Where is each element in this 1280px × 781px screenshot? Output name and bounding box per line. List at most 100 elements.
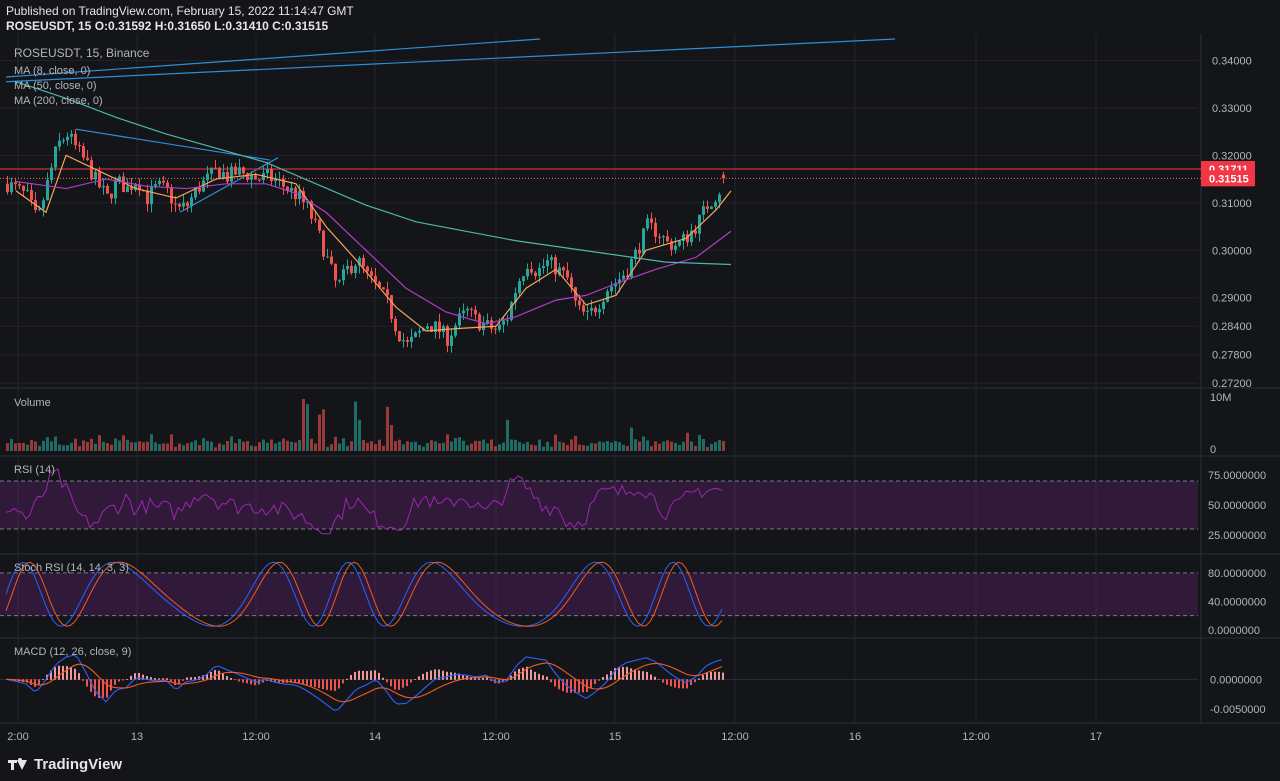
macd-histogram-bar xyxy=(326,679,328,690)
candle-body xyxy=(486,320,489,324)
volume-bar xyxy=(246,441,249,451)
candle-body xyxy=(190,197,193,207)
macd-tick-label: -0.0050000 xyxy=(1210,704,1266,716)
volume-bar xyxy=(278,441,281,451)
candle-body xyxy=(58,140,61,147)
candle-body xyxy=(174,203,177,205)
candle-body xyxy=(242,167,245,174)
macd-histogram-bar xyxy=(74,668,76,680)
macd-histogram-bar xyxy=(306,679,308,685)
candle-body xyxy=(386,289,389,296)
volume-bar xyxy=(518,442,521,451)
candle-body xyxy=(146,190,149,205)
macd-histogram-bar xyxy=(630,668,632,680)
macd-histogram-bar xyxy=(118,679,120,682)
candle-body xyxy=(418,330,421,333)
volume-bar xyxy=(502,442,505,451)
candle-body xyxy=(390,295,393,319)
volume-bar xyxy=(666,440,669,451)
candle-body xyxy=(450,335,453,346)
macd-histogram-bar xyxy=(302,679,304,684)
macd-histogram-bar xyxy=(454,672,456,680)
volume-bar xyxy=(290,441,293,451)
volume-bar xyxy=(606,441,609,451)
candle-body xyxy=(638,249,641,254)
volume-bar xyxy=(362,440,365,451)
volume-bar xyxy=(54,436,57,451)
macd-histogram-bar xyxy=(570,679,572,693)
macd-histogram-bar xyxy=(182,679,184,681)
ma-legend-item: MA (50, close, 0) xyxy=(14,80,97,92)
macd-histogram-bar xyxy=(554,679,556,687)
volume-bar xyxy=(62,445,65,451)
macd-histogram-bar xyxy=(246,679,248,684)
candle-body xyxy=(74,133,77,146)
osc-tick-label: 0.0000000 xyxy=(1208,625,1260,637)
volume-bar xyxy=(178,443,181,451)
macd-histogram-bar xyxy=(226,676,228,680)
volume-bar xyxy=(114,438,117,451)
tradingview-logo[interactable]: TradingView xyxy=(8,756,122,773)
candle-body xyxy=(318,219,321,231)
candle-body xyxy=(206,173,209,181)
candle-body xyxy=(474,309,477,315)
candle-body xyxy=(566,270,569,278)
candle-body xyxy=(186,202,189,207)
volume-bar xyxy=(398,439,401,451)
volume-bar xyxy=(146,441,149,451)
volume-bar xyxy=(702,438,705,451)
candle-body xyxy=(346,265,349,270)
macd-histogram-bar xyxy=(150,677,152,680)
volume-bar xyxy=(430,440,433,451)
volume-bar xyxy=(138,441,141,451)
macd-histogram-bar xyxy=(354,671,356,680)
chart-area[interactable]: ROSEUSDT, 15, Binance MA (8, close, 0) MA … xyxy=(0,34,1280,748)
volume-bar xyxy=(682,441,685,451)
macd-histogram-bar xyxy=(710,671,712,680)
candle-body xyxy=(590,307,593,311)
candle-body xyxy=(526,268,529,277)
volume-bar xyxy=(358,419,361,451)
volume-bar xyxy=(270,439,273,451)
volume-bar xyxy=(250,445,253,451)
volume-bar xyxy=(134,442,137,451)
price-tick-label: 0.30000 xyxy=(1212,245,1252,257)
price-tick-label: 0.31000 xyxy=(1212,198,1252,210)
candle-body xyxy=(26,190,29,192)
macd-histogram-bar xyxy=(362,670,364,680)
volume-bar xyxy=(534,445,537,451)
volume-bar xyxy=(570,439,573,451)
macd-histogram-bar xyxy=(694,679,696,683)
macd-histogram-bar xyxy=(322,679,324,690)
candle-body xyxy=(470,308,473,310)
volume-bar xyxy=(286,440,289,451)
volume-bar xyxy=(686,432,689,451)
volume-bar xyxy=(618,442,621,451)
macd-histogram-bar xyxy=(234,679,236,681)
volume-bar xyxy=(58,444,61,451)
macd-histogram-bar xyxy=(474,678,476,680)
volume-bar xyxy=(22,442,25,451)
candle-body xyxy=(230,166,233,182)
volume-bar xyxy=(466,445,469,451)
volume-bar xyxy=(706,447,709,451)
candle-body xyxy=(522,276,525,282)
candle-body xyxy=(654,222,657,237)
candle-body xyxy=(702,206,705,215)
candle-body xyxy=(322,230,325,257)
time-tick-label: 12:00 xyxy=(721,731,749,743)
macd-histogram-bar xyxy=(602,677,604,680)
volume-bar xyxy=(626,446,629,451)
time-tick-label: 14 xyxy=(369,731,381,743)
time-tick-label: 2:00 xyxy=(7,731,28,743)
volume-bar xyxy=(218,443,221,451)
macd-histogram-bar xyxy=(238,679,240,682)
volume-bar xyxy=(638,441,641,451)
volume-bar xyxy=(690,441,693,451)
volume-bar xyxy=(158,444,161,451)
volume-bar xyxy=(82,440,85,451)
macd-histogram-bar xyxy=(582,679,584,693)
candle-body xyxy=(218,167,221,178)
volume-bar xyxy=(434,441,437,451)
volume-bar xyxy=(414,441,417,451)
